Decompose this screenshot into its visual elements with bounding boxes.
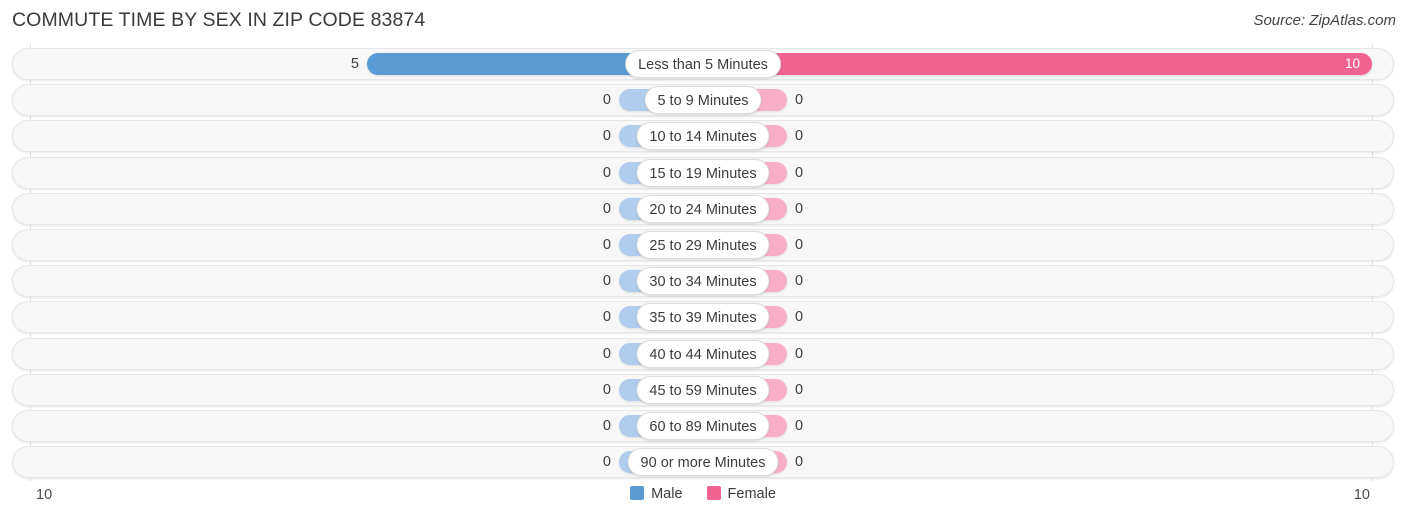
chart-row (12, 229, 1394, 261)
source-attribution: Source: ZipAtlas.com (1253, 12, 1396, 29)
chart-row (12, 410, 1394, 442)
chart-row (12, 192, 1394, 225)
chart-legend: Male Female (0, 486, 1406, 502)
chart-row (12, 120, 1394, 153)
chart-row (12, 446, 1394, 479)
chart-row (12, 301, 1394, 334)
chart-row (12, 156, 1394, 189)
chart-plot-area: 5 10 Less than 5 Minutes 0 0 5 to 9 Minutes 0 0… (0, 44, 1406, 481)
chart-row (12, 84, 1394, 117)
chart-row (12, 48, 1394, 80)
chart-row (12, 265, 1394, 298)
legend-item-label: Male (651, 486, 683, 502)
chart-footer: 10 10 Male Female (0, 481, 1406, 523)
chart-row (12, 373, 1394, 406)
chart-header: COMMUTE TIME BY SEX IN ZIP CODE 83874 So… (0, 0, 1406, 42)
legend-swatch-icon (630, 486, 645, 500)
legend-item[interactable]: Female (706, 486, 776, 502)
legend-item-label: Female (727, 486, 776, 502)
page-title: COMMUTE TIME BY SEX IN ZIP CODE 83874 (12, 9, 426, 31)
legend-item[interactable]: Male (630, 486, 683, 502)
chart-row (12, 337, 1394, 370)
legend-swatch-icon (706, 486, 721, 500)
